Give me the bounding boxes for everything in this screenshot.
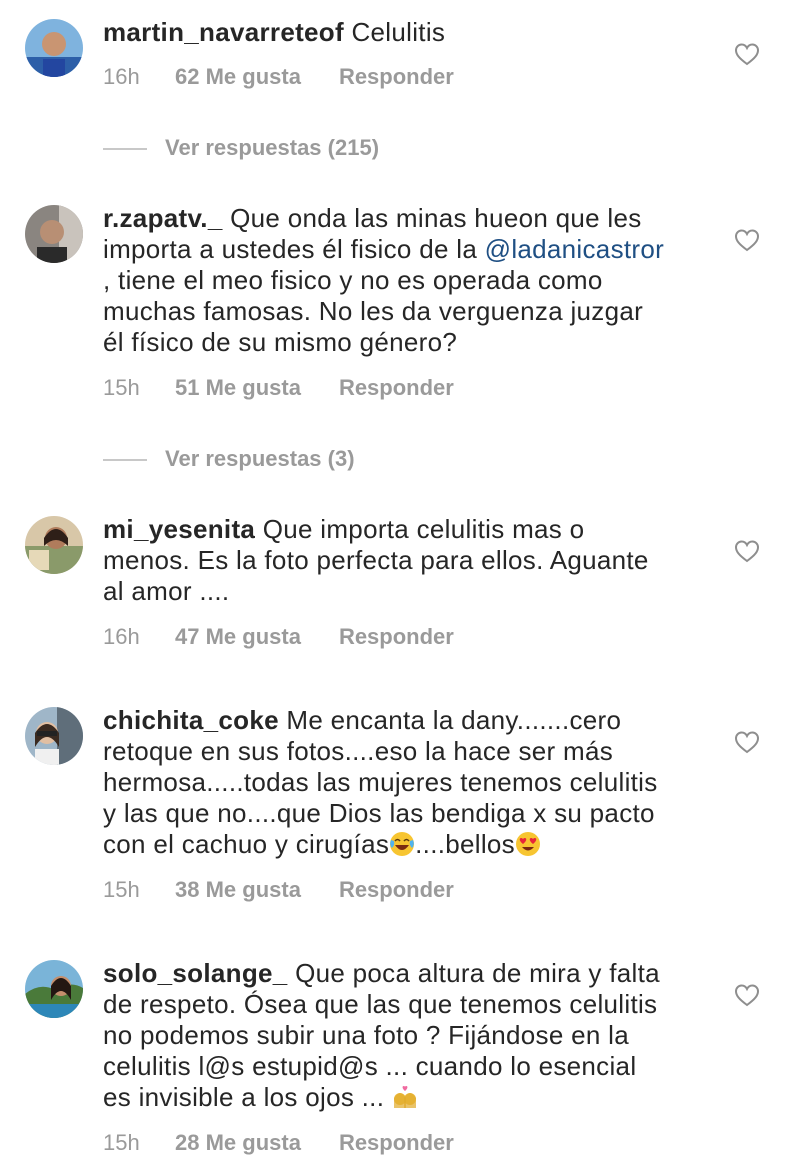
comment-body: chichita_coke Me encanta la dany.......c… [103,705,703,860]
comment-meta: 15h 28 Me gusta Responder [103,1128,454,1158]
comment-username[interactable]: r.zapatv._ [103,203,223,233]
like-count[interactable]: 62 Me gusta [175,62,301,92]
view-replies-label: Ver respuestas (3) [165,446,355,471]
mention-link[interactable]: @ladanicastror [485,234,664,264]
view-replies-label: Ver respuestas (215) [165,135,380,160]
comment-text-continued: , tiene el meo fisico y no es operada co… [103,265,644,357]
face-with-tears-of-joy-icon [389,831,415,857]
comment-body: r.zapatv._ Que onda las minas hueon que … [103,203,703,358]
kiss-woman-woman-icon [392,1084,418,1110]
heart-eyes-face-icon [515,831,541,857]
heart-outline-icon[interactable] [734,42,760,66]
view-replies-button[interactable]: Ver respuestas (215) [103,133,379,163]
avatar[interactable] [25,19,83,77]
like-count[interactable]: 51 Me gusta [175,373,301,403]
reply-button[interactable]: Responder [339,877,454,902]
comment-body: mi_yesenita Que importa celulitis mas o … [103,514,703,607]
like-count[interactable]: 38 Me gusta [175,875,301,905]
comment-time: 16h [103,64,140,89]
view-replies-button[interactable]: Ver respuestas (3) [103,444,355,474]
comment-meta: 16h 62 Me gusta Responder [103,62,454,92]
comment-username[interactable]: mi_yesenita [103,514,255,544]
like-count[interactable]: 47 Me gusta [175,622,301,652]
heart-outline-icon[interactable] [734,228,760,252]
comment-time: 16h [103,624,140,649]
reply-button[interactable]: Responder [339,64,454,89]
comment-time: 15h [103,1130,140,1155]
reply-button[interactable]: Responder [339,624,454,649]
comment-username[interactable]: chichita_coke [103,705,279,735]
divider-line [103,459,147,462]
comment-time: 15h [103,877,140,902]
avatar[interactable] [25,205,83,263]
comment-meta: 15h 51 Me gusta Responder [103,373,454,403]
reply-button[interactable]: Responder [339,375,454,400]
like-count[interactable]: 28 Me gusta [175,1128,301,1158]
heart-outline-icon[interactable] [734,983,760,1007]
comment-username[interactable]: martin_navarreteof [103,17,344,47]
comment-time: 15h [103,375,140,400]
comment-text: Celulitis [351,17,446,47]
comment-body: martin_navarreteof Celulitis [103,17,703,48]
comment-meta: 16h 47 Me gusta Responder [103,622,454,652]
comment-username[interactable]: solo_solange_ [103,958,288,988]
comment-body: solo_solange_ Que poca altura de mira y … [103,958,703,1113]
avatar[interactable] [25,516,83,574]
heart-outline-icon[interactable] [734,730,760,754]
reply-button[interactable]: Responder [339,1130,454,1155]
heart-outline-icon[interactable] [734,539,760,563]
comment-meta: 15h 38 Me gusta Responder [103,875,454,905]
avatar[interactable] [25,707,83,765]
avatar[interactable] [25,960,83,1018]
divider-line [103,148,147,151]
comment-text-continued: ....bellos [415,829,515,859]
